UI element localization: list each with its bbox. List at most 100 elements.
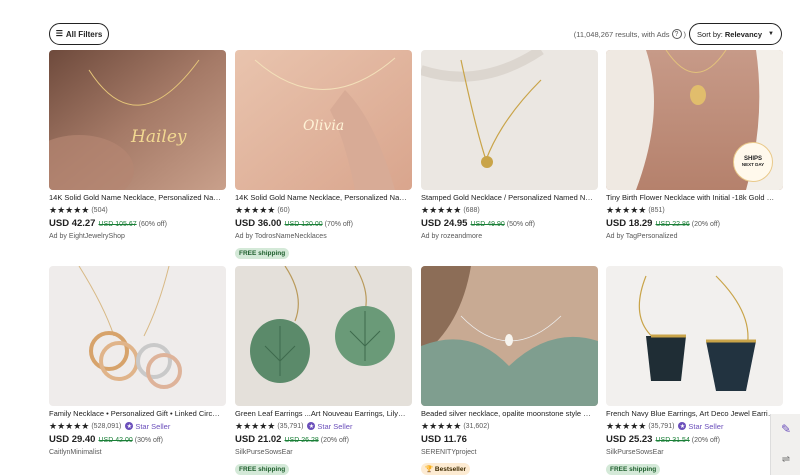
- rating-row: ★★★★★ (31,602): [421, 421, 598, 431]
- price-row: USD 36.00 USD 120.00 (70% off): [235, 218, 412, 230]
- review-count: (528,091): [91, 422, 122, 430]
- product-image[interactable]: [421, 50, 598, 190]
- rating-stars-icon: ★★★★★: [421, 204, 462, 215]
- product-title[interactable]: Family Necklace • Personalized Gift • Li…: [49, 409, 221, 419]
- sale-price: USD 29.40: [49, 434, 96, 445]
- sort-by-value: Relevancy: [724, 29, 762, 39]
- rating-stars-icon: ★★★★★: [235, 204, 276, 215]
- star-seller-icon: ★: [307, 422, 316, 430]
- shop-name[interactable]: Ad by TagPersonalized: [606, 233, 783, 242]
- product-title[interactable]: Green Leaf Earrings ...Art Nouveau Earri…: [235, 409, 407, 419]
- product-image[interactable]: SHIPS NEXT DAY: [606, 50, 783, 190]
- discount-percent: (30% off): [134, 437, 164, 444]
- product-title[interactable]: French Navy Blue Earrings, Art Deco Jewe…: [606, 409, 778, 419]
- help-icon[interactable]: ?: [671, 29, 682, 39]
- sale-price: USD 42.27: [49, 218, 96, 229]
- sort-by-dropdown[interactable]: Sort by: Relevancy ▼: [689, 23, 782, 45]
- product-title[interactable]: Beaded silver necklace, opalite moonston…: [421, 409, 593, 419]
- rating-row: ★★★★★ (60): [235, 205, 412, 215]
- price-row: USD 21.02 USD 26.28 (20% off): [235, 434, 412, 446]
- rating-row: ★★★★★ (35,791) ★ Star Seller: [235, 421, 412, 431]
- product-card[interactable]: Family Necklace • Personalized Gift • Li…: [49, 266, 226, 458]
- sale-price: USD 36.00: [235, 218, 282, 229]
- review-count: (35,791): [277, 422, 304, 430]
- original-price: USD 31.54: [655, 437, 690, 444]
- star-seller-badge: ★ Star Seller: [125, 422, 170, 431]
- star-seller-icon: ★: [678, 422, 687, 430]
- star-seller-label: Star Seller: [688, 421, 724, 431]
- results-count-close: ): [683, 29, 687, 39]
- discount-percent: (20% off): [691, 221, 721, 228]
- product-card[interactable]: Olivia 14K Solid Gold Name Necklace, Per…: [235, 50, 412, 260]
- price-row: USD 42.27 USD 105.67 (60% off): [49, 218, 226, 230]
- sale-price: USD 11.76: [421, 434, 467, 445]
- shop-name[interactable]: Ad by rozeandmore: [421, 233, 598, 242]
- product-title[interactable]: Tiny Birth Flower Necklace with Initial …: [606, 193, 778, 203]
- product-image[interactable]: [606, 266, 783, 406]
- product-image[interactable]: [421, 266, 598, 406]
- discount-percent: (50% off): [506, 221, 536, 228]
- original-price: USD 105.67: [98, 221, 137, 228]
- product-card[interactable]: SHIPS NEXT DAY Tiny Birth Flower Necklac…: [606, 50, 783, 242]
- pen-icon[interactable]: ✎: [771, 414, 800, 444]
- shop-name[interactable]: SilkPurseSowsEar: [235, 449, 412, 458]
- discount-percent: (20% off): [691, 437, 721, 444]
- translate-icon[interactable]: ⇌: [771, 444, 800, 474]
- results-count: (11,048,267 results, with Ads ? ): [574, 29, 686, 39]
- review-count: (851): [648, 206, 665, 214]
- bestseller-label: Bestseller: [434, 466, 466, 473]
- product-card[interactable]: Stamped Gold Necklace / Personalized Nam…: [421, 50, 598, 242]
- all-filters-button[interactable]: ☰ All Filters: [49, 23, 109, 45]
- original-price: USD 26.28: [284, 437, 319, 444]
- review-count: (504): [91, 206, 108, 214]
- bestseller-icon: 🏆: [425, 466, 434, 473]
- price-row: USD 29.40 USD 42.00 (30% off): [49, 434, 226, 446]
- shop-name[interactable]: CaitlynMinimalist: [49, 449, 226, 458]
- star-seller-label: Star Seller: [317, 421, 353, 431]
- product-image[interactable]: Hailey: [49, 50, 226, 190]
- shop-name[interactable]: SilkPurseSowsEar: [606, 449, 783, 458]
- free-shipping-badge: FREE shipping: [606, 464, 661, 475]
- sale-price: USD 24.95: [421, 218, 468, 229]
- product-card[interactable]: Beaded silver necklace, opalite moonston…: [421, 266, 598, 475]
- product-title[interactable]: 14K Solid Gold Name Necklace, Personaliz…: [235, 193, 407, 203]
- original-price: USD 22.86: [655, 221, 690, 228]
- price-row: USD 24.95 USD 49.90 (50% off): [421, 218, 598, 230]
- shop-name[interactable]: SERENITYproject: [421, 449, 598, 458]
- rating-row: ★★★★★ (528,091) ★ Star Seller: [49, 421, 226, 431]
- results-count-text: (11,048,267 results, with Ads: [573, 29, 670, 39]
- side-toolbar: ✎ ⇌: [770, 414, 800, 475]
- all-filters-label: All Filters: [65, 29, 103, 39]
- ships-next-day-badge: SHIPS NEXT DAY: [733, 142, 773, 182]
- product-card[interactable]: French Navy Blue Earrings, Art Deco Jewe…: [606, 266, 783, 475]
- product-card[interactable]: Green Leaf Earrings ...Art Nouveau Earri…: [235, 266, 412, 475]
- product-title[interactable]: Stamped Gold Necklace / Personalized Nam…: [421, 193, 593, 203]
- review-count: (35,791): [648, 422, 675, 430]
- product-title[interactable]: 14K Solid Gold Name Necklace, Personaliz…: [49, 193, 221, 203]
- free-shipping-badge: FREE shipping: [235, 248, 290, 259]
- rating-row: ★★★★★ (504): [49, 205, 226, 215]
- results-toolbar: ☰ All Filters (11,048,267 results, with …: [0, 0, 800, 48]
- product-image[interactable]: [235, 266, 412, 406]
- rating-stars-icon: ★★★★★: [49, 420, 90, 431]
- rating-row: ★★★★★ (35,791) ★ Star Seller: [606, 421, 783, 431]
- name-pendant-text: Olivia: [303, 118, 344, 134]
- free-shipping-badge: FREE shipping: [235, 464, 290, 475]
- bestseller-badge: 🏆 Bestseller: [421, 463, 470, 475]
- sort-by-prefix: Sort by:: [697, 29, 723, 39]
- product-card[interactable]: Hailey 14K Solid Gold Name Necklace, Per…: [49, 50, 226, 242]
- star-seller-badge: ★ Star Seller: [678, 422, 723, 431]
- original-price: USD 120.00: [284, 221, 323, 228]
- star-seller-label: Star Seller: [135, 421, 171, 431]
- ships-badge-line2: NEXT DAY: [741, 161, 765, 167]
- price-row: USD 25.23 USD 31.54 (20% off): [606, 434, 783, 446]
- original-price: USD 42.00: [98, 437, 133, 444]
- price-row: USD 11.76: [421, 434, 598, 446]
- shop-name[interactable]: Ad by TodrosNameNecklaces: [235, 233, 412, 242]
- shop-name[interactable]: Ad by EightJewelryShop: [49, 233, 226, 242]
- rating-stars-icon: ★★★★★: [235, 420, 276, 431]
- rating-row: ★★★★★ (688): [421, 205, 598, 215]
- product-image[interactable]: [49, 266, 226, 406]
- discount-percent: (60% off): [138, 221, 167, 228]
- product-image[interactable]: Olivia: [235, 50, 412, 190]
